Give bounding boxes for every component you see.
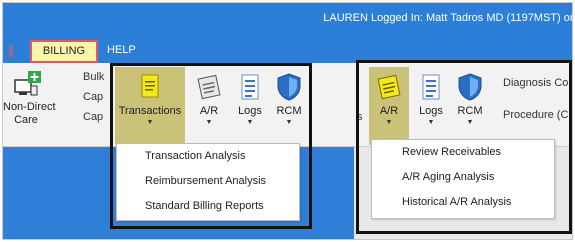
login-status: LAUREN Logged In: Matt Tadros MD (1197MS… xyxy=(323,12,573,24)
menu-separator xyxy=(9,45,13,57)
title-bar: LAUREN Logged In: Matt Tadros MD (1197MS… xyxy=(3,3,573,37)
cap-label-2[interactable]: Cap xyxy=(83,111,103,123)
callout-outline-left xyxy=(110,63,312,229)
callout-outline-right xyxy=(356,60,572,234)
non-direct-care-button[interactable]: Non-Direct Care xyxy=(3,69,56,127)
menu-billing[interactable]: BILLING xyxy=(30,40,98,63)
non-direct-care-label-1: Non-Direct xyxy=(3,101,56,113)
non-direct-care-label-2: Care xyxy=(14,114,38,126)
app-window: LAUREN Logged In: Matt Tadros MD (1197MS… xyxy=(2,2,573,240)
cap-label-1[interactable]: Cap xyxy=(83,91,103,103)
bulk-label[interactable]: Bulk xyxy=(83,71,104,83)
menu-help[interactable]: HELP xyxy=(107,44,136,56)
computer-plus-icon xyxy=(13,69,41,97)
